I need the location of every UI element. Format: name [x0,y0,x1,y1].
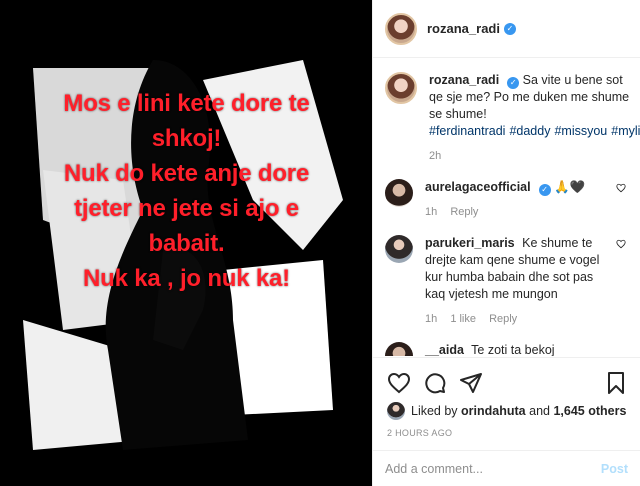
image-text-line: Mos e lini kete dore te [63,90,310,117]
caption-comment: rozana_radi ✓ Sa vite u bene sot qe sje m… [385,72,640,165]
post-timestamp[interactable]: 2 HOURS AGO [387,428,628,438]
comment-item: __aida Te zoti ta bekoj [385,342,628,356]
liked-by-count[interactable]: 1,645 others [553,404,626,418]
image-text-line: shkoj! [151,125,222,152]
hashtag-link[interactable]: #missyou [554,124,607,138]
comments-list[interactable]: rozana_radi ✓ Sa vite u bene sot qe sje m… [373,58,640,357]
reply-button[interactable]: Reply [450,206,478,218]
add-comment-bar: Post [373,450,640,486]
image-overlay-text: Mos e lini kete dore te shkoj! Nuk do ke… [3,86,370,296]
verified-icon: ✓ [538,184,551,196]
comment-time[interactable]: 1h [425,313,437,325]
caption-time[interactable]: 2h [429,150,441,162]
comment-text: 🙏🖤 [554,180,586,194]
comment-item: parukeri_maris Ke shume te drejte kam qe… [385,235,628,328]
comment-time[interactable]: 1h [425,206,437,218]
share-icon[interactable] [459,371,483,395]
liked-by-and: and [529,404,550,418]
bookmark-icon[interactable] [604,371,628,395]
hashtag-link[interactable]: #ferdinantradi [429,124,505,138]
verified-icon: ✓ [507,77,520,89]
avatar[interactable] [385,179,413,207]
avatar[interactable] [385,235,413,263]
hashtag-link[interactable]: #daddy [509,124,550,138]
likes-summary: Liked by orindahuta and 1,645 others [387,402,628,420]
comment-username[interactable]: aurelagaceofficial [425,180,531,194]
comment-item: aurelagaceofficial ✓ 🙏🖤 1h Reply [385,179,628,221]
post-media[interactable]: Mos e lini kete dore te shkoj! Nuk do ke… [0,0,372,486]
post-button[interactable]: Post [601,462,628,476]
post-header: rozana_radi ✓ [373,0,640,58]
post-image[interactable]: Mos e lini kete dore te shkoj! Nuk do ke… [3,20,370,466]
image-text-line: Nuk ka , jo nuk ka! [83,265,290,292]
post-modal: Mos e lini kete dore te shkoj! Nuk do ke… [0,0,640,486]
comment-input[interactable] [385,461,601,476]
caption-username[interactable]: rozana_radi [429,73,499,87]
avatar[interactable] [385,12,417,45]
comment-username[interactable]: __aida [425,343,464,356]
liked-by-user[interactable]: orindahuta [461,404,526,418]
avatar[interactable] [385,342,413,356]
comment-text: Te zoti ta bekoj [471,343,555,356]
hashtag-link[interactable]: #mylife [611,124,640,138]
image-text-line: babait. [148,230,225,257]
comment-username[interactable]: parukeri_maris [425,236,515,250]
verified-icon: ✓ [503,22,516,35]
header-username[interactable]: rozana_radi [427,21,500,36]
avatar[interactable] [385,72,417,104]
image-text-line: tjeter ne jete si ajo e [74,195,299,222]
like-heart-icon[interactable] [387,371,411,395]
avatar[interactable] [387,402,405,420]
heart-icon[interactable] [616,183,626,193]
reply-button[interactable]: Reply [489,313,517,325]
comment-icon[interactable] [423,371,447,395]
heart-icon[interactable] [616,239,626,249]
liked-by-prefix: Liked by [411,404,458,418]
comment-likes[interactable]: 1 like [450,313,476,325]
image-text-line: Nuk do kete anje dore [63,160,310,187]
post-sidebar: rozana_radi ✓ rozana_radi ✓ Sa vite u ben… [372,0,640,486]
